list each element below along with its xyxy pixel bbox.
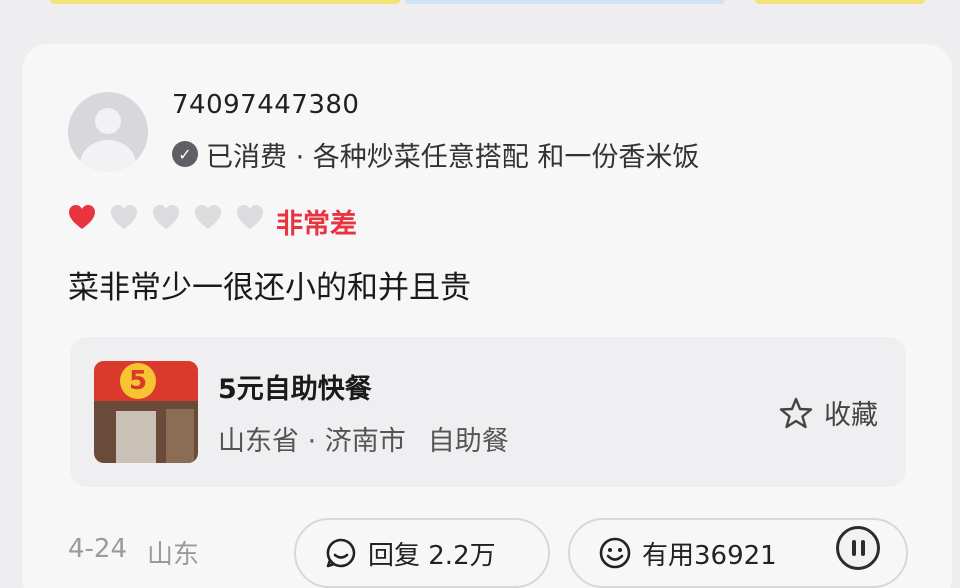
post-region: 山东 (147, 540, 200, 570)
more-icon[interactable] (836, 526, 880, 570)
heart-icon (153, 205, 179, 229)
top-banner-strip (0, 0, 960, 6)
consumed-info: ✓ 已消费 · 各种炒菜任意搭配 和一份香米饭 (172, 136, 700, 173)
reply-button[interactable]: 回复 2.2万 (294, 518, 550, 588)
heart-icon (69, 205, 95, 229)
consumed-label: 已消费 · 各种炒菜任意搭配 和一份香米饭 (206, 141, 700, 173)
rating-label: 非常差 (276, 209, 357, 240)
collect-button[interactable]: 收藏 (778, 393, 878, 432)
smile-icon (599, 537, 631, 569)
shop-thumbnail: 5 (94, 361, 198, 463)
review-text: 菜非常少一很还小的和并且贵 (68, 270, 471, 306)
heart-icon (195, 205, 221, 229)
collect-label: 收藏 (824, 400, 878, 431)
review-card (22, 44, 952, 588)
useful-label: 有用36921 (642, 540, 777, 571)
shop-name: 5元自助快餐 (218, 374, 372, 405)
shop-location: 山东省 · 济南市 (218, 426, 406, 457)
rating-hearts (66, 201, 266, 233)
post-date: 4-24 (68, 534, 128, 564)
verified-check-icon: ✓ (172, 141, 198, 167)
shop-meta: 山东省 · 济南市 自助餐 (218, 419, 509, 458)
avatar[interactable] (68, 92, 148, 172)
heart-icon (111, 205, 137, 229)
username[interactable]: 74097447380 (172, 90, 359, 120)
shop-card[interactable]: 5 5元自助快餐 山东省 · 济南市 自助餐 收藏 (70, 337, 906, 487)
star-icon (779, 397, 813, 428)
heart-icon (237, 205, 263, 229)
post-meta: 4-24 山东 (68, 534, 199, 571)
shop-category: 自助餐 (427, 426, 509, 457)
reply-label: 回复 2.2万 (368, 540, 496, 571)
comment-icon (326, 538, 356, 568)
shop-thumb-number: 5 (120, 363, 156, 399)
